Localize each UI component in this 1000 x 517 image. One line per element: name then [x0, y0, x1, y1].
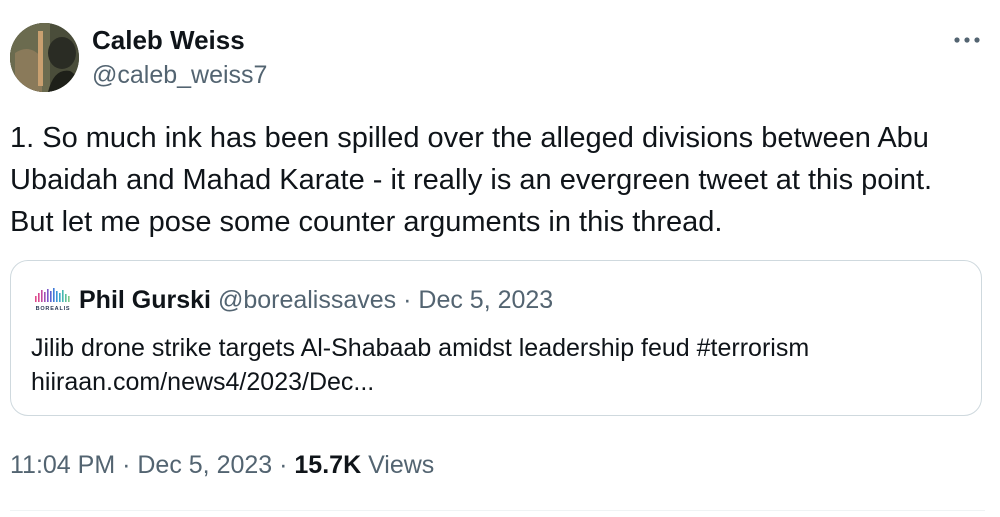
quoted-tweet-text: Jilib drone strike targets Al-Shabaab am…	[31, 331, 809, 399]
quoted-tweet-card[interactable]: BOREALIS Phil Gurski @borealissaves · De…	[10, 260, 982, 416]
tweet-text-line: 1. So much ink has been spilled over the…	[10, 122, 929, 154]
views-label: Views	[361, 451, 435, 479]
divider	[10, 510, 985, 511]
more-horizontal-icon	[954, 37, 980, 43]
quoted-tweet-header: Phil Gurski @borealissaves · Dec 5, 2023	[79, 285, 553, 315]
quoted-tweet-text-line: Jilib drone strike targets Al-Shabaab am…	[31, 334, 810, 362]
quoted-tweet-link[interactable]: hiiraan.com/news4/2023/Dec...	[31, 365, 809, 399]
svg-text:BOREALIS: BOREALIS	[36, 306, 71, 312]
avatar[interactable]	[10, 23, 79, 92]
views-count: 15.7K	[294, 451, 362, 479]
tweet-meta: 11:04 PM · Dec 5, 2023 · 15.7K Views	[10, 449, 434, 481]
tweet-text-line: But let me pose some counter arguments i…	[10, 206, 723, 238]
tweet-text-line: Ubaidah and Mahad Karate - it really is …	[10, 164, 933, 196]
borealis-logo-icon: BOREALIS	[31, 287, 75, 313]
more-button[interactable]	[947, 28, 987, 52]
quoted-author-handle-date: @borealissaves · Dec 5, 2023	[217, 286, 554, 314]
profile-photo-icon	[10, 23, 79, 92]
author-display-name[interactable]: Caleb Weiss	[92, 25, 245, 55]
tweet-text: 1. So much ink has been spilled over the…	[10, 117, 985, 243]
tweet-timestamp[interactable]: 11:04 PM · Dec 5, 2023 ·	[10, 451, 294, 479]
author-handle[interactable]: @caleb_weiss7	[92, 60, 267, 90]
quoted-author-name[interactable]: Phil Gurski	[79, 286, 211, 314]
